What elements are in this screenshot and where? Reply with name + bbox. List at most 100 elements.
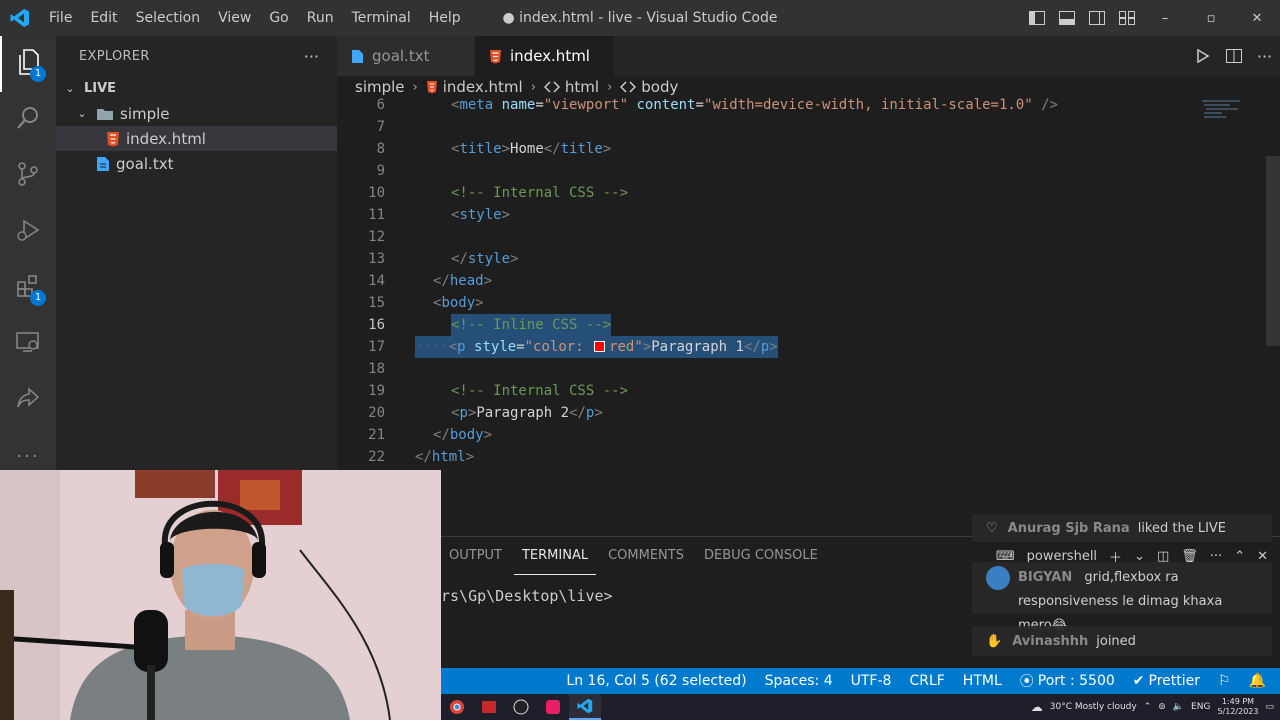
extensions-badge: 1 bbox=[30, 290, 46, 306]
end-of-line[interactable]: CRLF bbox=[909, 673, 944, 689]
cursor-position[interactable]: Ln 16, Col 5 (62 selected) bbox=[566, 673, 746, 689]
customize-layout-icon[interactable] bbox=[1112, 0, 1142, 36]
breadcrumb-body[interactable]: body bbox=[620, 78, 678, 96]
tab-debug-console[interactable]: DEBUG CONSOLE bbox=[696, 537, 826, 575]
breadcrumb-html-label: html bbox=[564, 78, 600, 96]
code-line: 20 <p>Paragraph 2</p> bbox=[368, 405, 603, 421]
title-bar: File Edit Selection View Go Run Terminal… bbox=[0, 0, 1280, 36]
text-file-icon bbox=[351, 49, 364, 64]
activity-run-debug[interactable] bbox=[0, 204, 56, 260]
obs-icon[interactable] bbox=[505, 694, 537, 720]
code-line: 18 bbox=[368, 361, 385, 377]
activity-explorer[interactable]: 1 bbox=[0, 36, 56, 92]
tree-root-live[interactable]: ⌄ LIVE bbox=[56, 76, 337, 101]
menu-run[interactable]: Run bbox=[298, 0, 343, 36]
menu-go[interactable]: Go bbox=[260, 0, 297, 36]
split-editor-icon[interactable] bbox=[1218, 36, 1249, 76]
double-check-icon: ✔ bbox=[1132, 673, 1145, 689]
menu-view[interactable]: View bbox=[209, 0, 260, 36]
language-indicator[interactable]: ENG bbox=[1191, 702, 1210, 712]
symbol-element-icon bbox=[543, 80, 560, 94]
tab-output[interactable]: OUTPUT bbox=[441, 537, 510, 575]
clock[interactable]: 1:49 PM 5/12/2023 bbox=[1217, 697, 1258, 717]
tab-goal-txt[interactable]: goal.txt bbox=[337, 36, 475, 76]
toggle-panel-icon[interactable] bbox=[1052, 0, 1082, 36]
menu-edit[interactable]: Edit bbox=[81, 0, 126, 36]
more-actions-icon[interactable]: ··· bbox=[1249, 36, 1280, 76]
feedback-icon[interactable]: ⚐ bbox=[1218, 673, 1231, 689]
close-window-button[interactable]: ✕ bbox=[1234, 0, 1280, 36]
tree-file-index-html[interactable]: index.html bbox=[56, 126, 337, 151]
activity-remote-explorer[interactable] bbox=[0, 316, 56, 372]
vscode-taskbar-icon[interactable] bbox=[569, 694, 601, 720]
code-editor[interactable]: 6 <meta name="viewport" content="width=de… bbox=[337, 98, 1280, 536]
clock-date: 5/12/2023 bbox=[1217, 707, 1259, 716]
code-line: 8 <title>Home</title> bbox=[376, 141, 612, 157]
activity-source-control[interactable] bbox=[0, 148, 56, 204]
tab-comments[interactable]: COMMENTS bbox=[600, 537, 692, 575]
tab-terminal[interactable]: TERMINAL bbox=[513, 537, 597, 575]
volume-icon[interactable]: 🔈 bbox=[1173, 702, 1184, 712]
breadcrumb-html[interactable]: html bbox=[543, 78, 600, 96]
network-icon[interactable]: ⊚ bbox=[1158, 702, 1166, 712]
explorer-more-button[interactable]: ··· bbox=[304, 47, 319, 66]
tree-folder-simple[interactable]: ⌄ simple bbox=[56, 101, 337, 126]
breadcrumb-file-label: index.html bbox=[442, 78, 523, 96]
menu-help[interactable]: Help bbox=[420, 0, 470, 36]
breadcrumb-folder[interactable]: simple bbox=[355, 78, 405, 96]
tree-file-goal-txt[interactable]: goal.txt bbox=[56, 151, 337, 176]
toggle-sidebar-icon[interactable] bbox=[1022, 0, 1052, 36]
streamer-video-image bbox=[0, 470, 441, 720]
run-icon[interactable] bbox=[1187, 36, 1218, 76]
editor-tabs: goal.txt index.html bbox=[337, 36, 1280, 76]
live-server-port[interactable]: ⦿ Port : 5500 bbox=[1020, 671, 1115, 691]
code-line: 6 <meta name="viewport" content="width=de… bbox=[376, 98, 1058, 113]
code-line: 21 </body> bbox=[368, 427, 493, 443]
html5-icon bbox=[106, 131, 120, 147]
activity-extensions[interactable]: 1 bbox=[0, 260, 56, 316]
encoding[interactable]: UTF-8 bbox=[851, 673, 892, 689]
vertical-scrollbar[interactable] bbox=[1266, 156, 1280, 346]
taskbar: ☁ 30°C Mostly cloudy ⌃ ⊚ 🔈 ENG 1:49 PM 5… bbox=[441, 694, 1280, 720]
weather[interactable]: 30°C Mostly cloudy bbox=[1050, 702, 1137, 712]
chevron-up-icon[interactable]: ⌃ bbox=[1144, 702, 1152, 712]
color-swatch-icon[interactable] bbox=[594, 341, 606, 352]
tab-index-html[interactable]: index.html bbox=[475, 36, 615, 76]
tiktok-icon[interactable] bbox=[537, 694, 569, 720]
menu-terminal[interactable]: Terminal bbox=[343, 0, 420, 36]
tree-file-label: index.html bbox=[126, 129, 206, 148]
chevron-down-icon: ⌄ bbox=[65, 82, 75, 95]
notification-message: joined bbox=[1096, 633, 1136, 649]
menu-selection[interactable]: Selection bbox=[127, 0, 210, 36]
notification-join: ✋ Avinashhh joined bbox=[972, 626, 1272, 656]
tree-file-label: goal.txt bbox=[116, 154, 174, 173]
prettier-status[interactable]: ✔ Prettier bbox=[1133, 673, 1200, 689]
menu-file[interactable]: File bbox=[40, 0, 81, 36]
video-app-icon[interactable] bbox=[473, 694, 505, 720]
minimize-button[interactable]: – bbox=[1142, 0, 1188, 36]
chrome-icon[interactable] bbox=[441, 694, 473, 720]
folder-icon bbox=[96, 107, 114, 121]
language-mode[interactable]: HTML bbox=[963, 673, 1002, 689]
notifications-bell-icon[interactable]: 🔔 bbox=[1249, 673, 1266, 689]
terminal-prompt[interactable]: rs\Gp\Desktop\live> bbox=[441, 587, 613, 605]
explorer-badge: 1 bbox=[30, 66, 46, 82]
notification-user: Anurag Sjb Rana bbox=[1007, 520, 1130, 536]
activity-search[interactable] bbox=[0, 92, 56, 148]
activity-live-share[interactable] bbox=[0, 372, 56, 428]
chevron-down-icon: ⌄ bbox=[77, 107, 87, 120]
breadcrumb-file[interactable]: index.html bbox=[426, 78, 523, 96]
symbol-element-icon bbox=[620, 80, 637, 94]
notification-like: ♡ Anurag Sjb Rana liked the LIVE bbox=[972, 514, 1272, 542]
more-icon: ··· bbox=[16, 445, 40, 467]
maximize-button[interactable]: ▫ bbox=[1188, 0, 1234, 36]
breadcrumb: simple › index.html › html › body bbox=[337, 76, 1280, 98]
html5-icon bbox=[489, 49, 502, 64]
minimap[interactable] bbox=[1200, 98, 1280, 138]
action-center-icon[interactable]: ▭ bbox=[1265, 702, 1274, 712]
code-line: 7 bbox=[376, 119, 385, 135]
explorer-title: EXPLORER bbox=[79, 48, 150, 64]
toggle-secondary-sidebar-icon[interactable] bbox=[1082, 0, 1112, 36]
indentation[interactable]: Spaces: 4 bbox=[765, 673, 833, 689]
tab-label: goal.txt bbox=[372, 47, 430, 65]
